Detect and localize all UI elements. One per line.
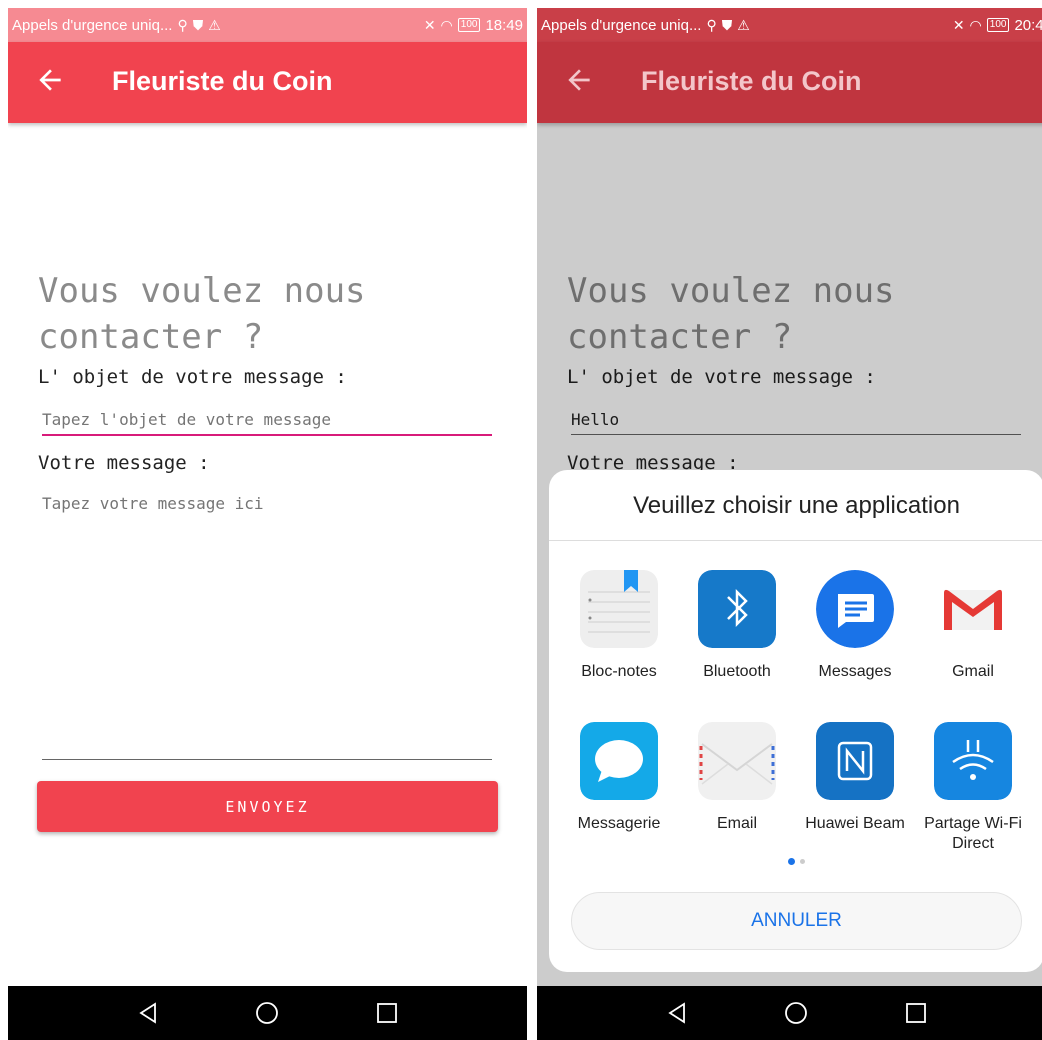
clock: 18:49 (485, 16, 523, 34)
back-arrow-icon[interactable] (563, 64, 595, 96)
shield-icon: ⛊ (721, 16, 733, 33)
app-bar: Fleuriste du Coin (8, 42, 527, 123)
back-nav-icon[interactable] (128, 993, 168, 1033)
cancel-button[interactable]: ANNULER (571, 892, 1022, 950)
chat-bubble-icon (580, 722, 658, 800)
message-input[interactable] (42, 494, 492, 754)
app-option-label: Huawei Beam (805, 815, 905, 832)
app-option-label: Partage Wi-Fi Direct (924, 815, 1022, 852)
app-option-label: Bloc-notes (581, 663, 657, 680)
app-option-huawei-beam[interactable]: Huawei Beam (796, 722, 914, 834)
mute-icon: ✕ (952, 16, 965, 33)
send-button[interactable]: ENVOYEZ (37, 781, 498, 832)
clock: 20:46 (1014, 16, 1042, 34)
app-option-label: Messages (818, 663, 892, 680)
app-option-email[interactable]: Email (678, 722, 796, 834)
app-option-label: Bluetooth (703, 663, 771, 680)
chooser-divider (549, 540, 1042, 541)
app-option-bluetooth[interactable]: Bluetooth (678, 570, 796, 682)
app-chooser-sheet: Veuillez choisir une application Bloc-no… (549, 470, 1042, 972)
subject-input-underline (42, 434, 492, 436)
page-dot-active (788, 858, 795, 865)
app-option-bloc-notes[interactable]: Bloc-notes (560, 570, 678, 682)
app-option-wifi-direct[interactable]: Partage Wi-Fi Direct (914, 722, 1032, 854)
app-title: Fleuriste du Coin (112, 66, 333, 96)
carrier-text: Appels d'urgence uniq... (541, 16, 702, 34)
envelope-icon (698, 722, 776, 800)
app-option-messagerie[interactable]: Messagerie (560, 722, 678, 834)
chooser-title: Veuillez choisir une application (633, 492, 960, 519)
wifi-direct-icon (934, 722, 1012, 800)
mute-icon: ✕ (423, 16, 436, 33)
recents-nav-icon[interactable] (367, 993, 407, 1033)
carrier-text: Appels d'urgence uniq... (12, 16, 173, 34)
app-option-messages[interactable]: Messages (796, 570, 914, 682)
app-title: Fleuriste du Coin (641, 66, 862, 96)
warning-icon: ⚠ (208, 16, 221, 33)
app-option-label: Email (716, 815, 757, 832)
app-option-gmail[interactable]: Gmail (914, 570, 1032, 682)
wifi-icon: ◠ (969, 16, 982, 33)
notepad-icon (580, 570, 658, 648)
usb-icon: ⚲ (706, 16, 717, 33)
page-dot (800, 859, 805, 864)
contact-screen: Appels d'urgence uniq... ⚲ ⛊ ⚠ ✕ ◠ 100 1… (8, 8, 527, 1040)
bluetooth-icon (698, 570, 776, 648)
app-bar: Fleuriste du Coin (537, 42, 1042, 123)
home-nav-icon[interactable] (247, 993, 287, 1033)
shield-icon: ⛊ (192, 16, 204, 33)
usb-icon: ⚲ (177, 16, 188, 33)
status-bar: Appels d'urgence uniq... ⚲ ⛊ ⚠ ✕ ◠ 100 2… (537, 8, 1042, 42)
messages-icon (816, 570, 894, 648)
subject-label: L' objet de votre message : (38, 366, 347, 388)
battery-icon: 100 (986, 18, 1010, 32)
battery-icon: 100 (457, 18, 481, 32)
home-nav-icon[interactable] (776, 993, 816, 1033)
navigation-bar (537, 986, 1042, 1040)
message-input-underline (42, 759, 492, 760)
back-arrow-icon[interactable] (34, 64, 66, 96)
warning-icon: ⚠ (737, 16, 750, 33)
recents-nav-icon[interactable] (896, 993, 936, 1033)
subject-input[interactable] (42, 410, 492, 435)
app-option-label: Messagerie (577, 815, 661, 832)
nfc-icon (816, 722, 894, 800)
gmail-icon (934, 570, 1012, 648)
page-indicator (549, 858, 1042, 865)
app-option-label: Gmail (952, 663, 994, 680)
wifi-icon: ◠ (440, 16, 453, 33)
message-label: Votre message : (38, 452, 210, 474)
contact-screen-with-chooser: Appels d'urgence uniq... ⚲ ⛊ ⚠ ✕ ◠ 100 2… (537, 8, 1042, 1040)
page-heading: Vous voulez nous contacter ? (38, 271, 366, 357)
navigation-bar (8, 986, 527, 1040)
status-bar: Appels d'urgence uniq... ⚲ ⛊ ⚠ ✕ ◠ 100 1… (8, 8, 527, 42)
back-nav-icon[interactable] (657, 993, 697, 1033)
